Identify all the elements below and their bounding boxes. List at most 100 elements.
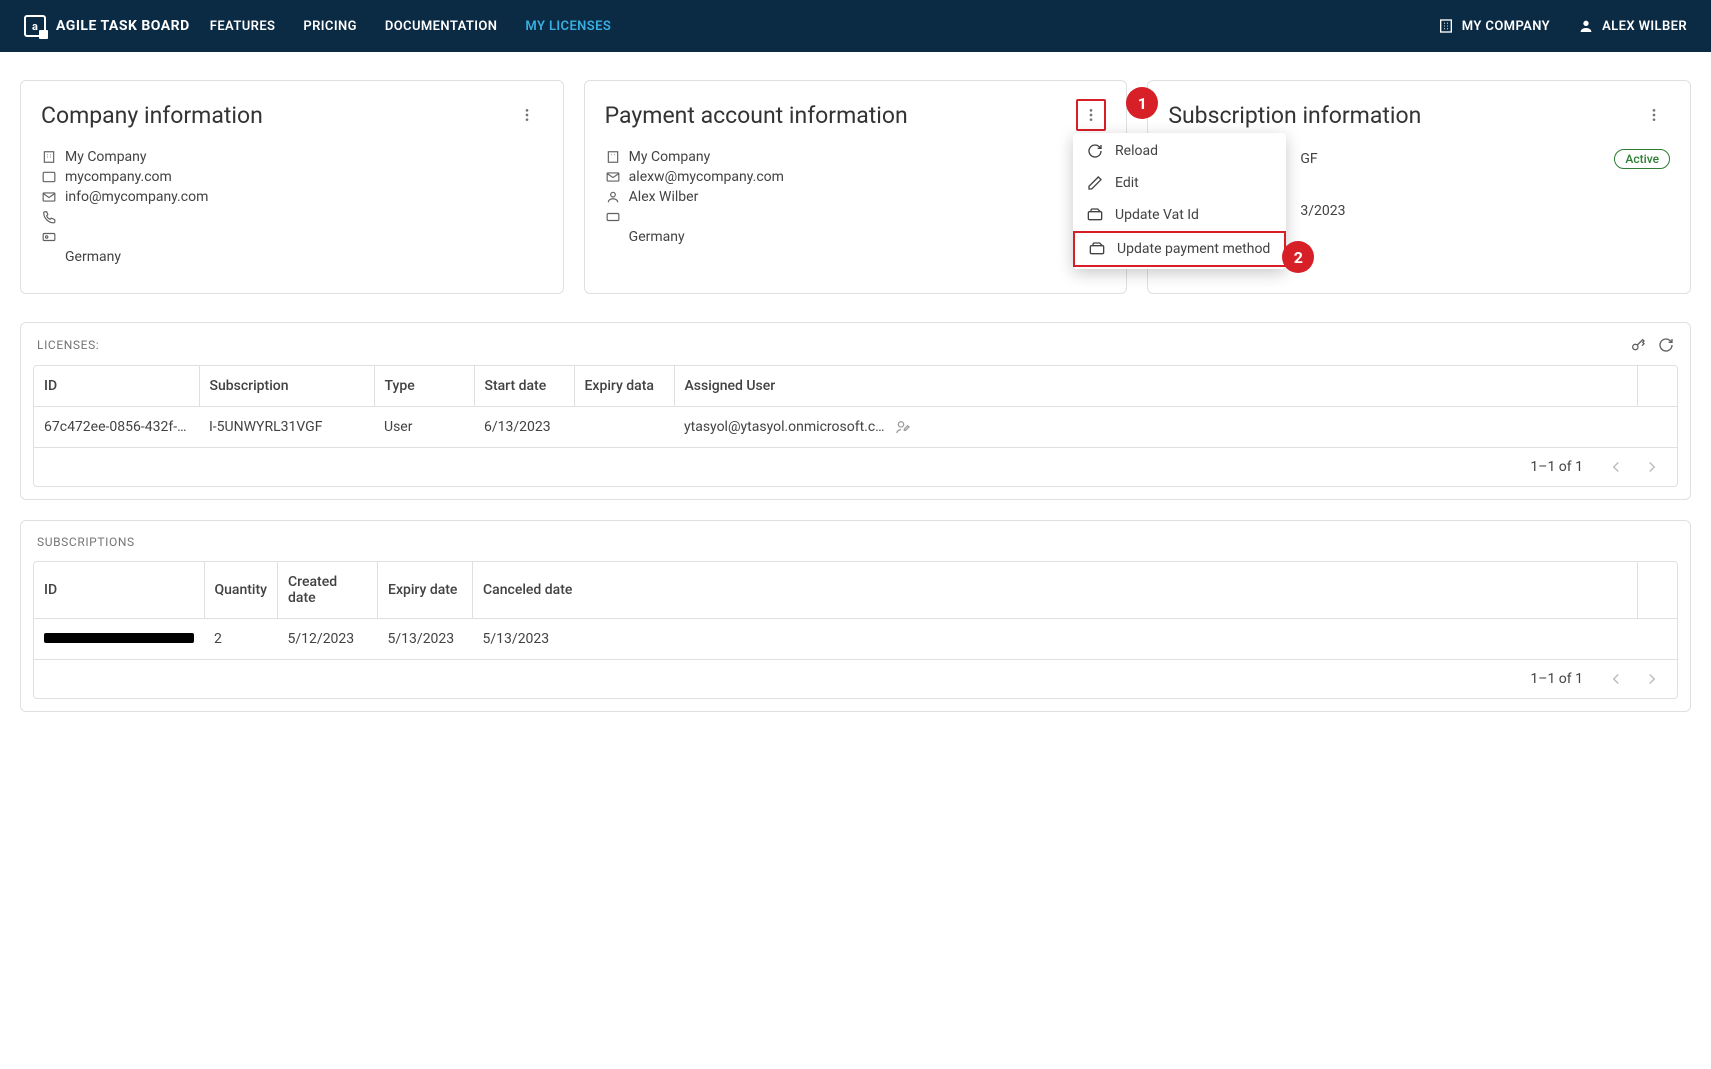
brand-text: AGILE TASK BOARD: [56, 18, 190, 34]
phone-icon: [41, 209, 57, 225]
licenses-label: LICENSES:: [37, 338, 99, 352]
cell-created: 5/12/2023: [278, 619, 378, 660]
pagination-text: 1–1 of 1: [1530, 459, 1583, 475]
cell-start: 6/13/2023: [474, 407, 574, 448]
nav-right: MY COMPANY ALEX WILBER: [1438, 18, 1687, 34]
cell-expiry: [574, 407, 674, 448]
dropdown-edit-label: Edit: [1115, 175, 1139, 191]
pagination-text: 1–1 of 1: [1530, 671, 1583, 687]
edit-icon: [1087, 175, 1103, 191]
dropdown-reload-label: Reload: [1115, 143, 1158, 159]
user-icon: [1578, 18, 1594, 34]
cell-expiry: 5/13/2023: [378, 619, 473, 660]
table-row[interactable]: 2 5/12/2023 5/13/2023 5/13/2023: [34, 619, 1677, 660]
col-canceled[interactable]: Canceled date: [473, 562, 1637, 619]
table-header-row: ID Quantity Created date Expiry date Can…: [34, 562, 1677, 619]
dropdown-reload[interactable]: Reload: [1073, 135, 1286, 167]
cell-user-text: ytasyol@ytasyol.onmicrosoft.c…: [684, 419, 885, 435]
mail-icon: [41, 189, 57, 205]
more-vertical-icon: [1083, 107, 1099, 123]
brand-logo-icon: a: [24, 15, 46, 37]
nav-link-documentation[interactable]: DOCUMENTATION: [385, 19, 498, 34]
wallet-icon: [1087, 207, 1103, 223]
top-nav: a AGILE TASK BOARD FEATURES PRICING DOCU…: [0, 0, 1711, 52]
company-domain: mycompany.com: [65, 169, 172, 185]
redacted-id: [44, 633, 194, 643]
col-start[interactable]: Start date: [474, 366, 574, 407]
dropdown-payment-label: Update payment method: [1117, 241, 1270, 257]
payment-person: Alex Wilber: [629, 189, 699, 205]
table-row[interactable]: 67c472ee-0856-432f-babc... I-5UNWYRL31VG…: [34, 407, 1677, 448]
subscriptions-section: SUBSCRIPTIONS ID Quantity Created date E…: [20, 520, 1691, 712]
col-expiry[interactable]: Expiry data: [574, 366, 674, 407]
payment-more-button[interactable]: [1076, 99, 1106, 131]
col-id[interactable]: ID: [34, 562, 204, 619]
nav-link-my-licenses[interactable]: MY LICENSES: [525, 19, 611, 34]
next-page-icon[interactable]: [1643, 458, 1661, 476]
col-actions: [1637, 562, 1677, 619]
cell-quantity: 2: [204, 619, 278, 660]
nav-link-features[interactable]: FEATURES: [210, 19, 276, 34]
col-created[interactable]: Created date: [278, 562, 378, 619]
subscriptions-label: SUBSCRIPTIONS: [37, 535, 135, 549]
dropdown-update-payment-method[interactable]: Update payment method: [1073, 231, 1286, 267]
brand[interactable]: a AGILE TASK BOARD: [24, 15, 190, 37]
subscription-more-button[interactable]: [1638, 99, 1670, 131]
company-name: My Company: [65, 149, 147, 165]
person-icon: [605, 189, 621, 205]
card-title-subscription: Subscription information: [1168, 102, 1421, 129]
building-icon: [41, 149, 57, 165]
payment-account-card: Payment account information 1 My Company…: [584, 80, 1128, 294]
card-title-company: Company information: [41, 102, 263, 129]
subscription-status-badge: Active: [1614, 149, 1670, 169]
nav-company-link[interactable]: MY COMPANY: [1438, 18, 1550, 34]
dropdown-edit[interactable]: Edit: [1073, 167, 1286, 199]
licenses-pagination: 1–1 of 1: [34, 448, 1677, 486]
next-page-icon[interactable]: [1643, 670, 1661, 688]
col-id[interactable]: ID: [34, 366, 199, 407]
id-card-icon: [605, 209, 621, 225]
col-quantity[interactable]: Quantity: [204, 562, 278, 619]
more-vertical-icon: [519, 107, 535, 123]
table-header-row: ID Subscription Type Start date Expiry d…: [34, 366, 1677, 407]
dropdown-update-vat[interactable]: Update Vat Id: [1073, 199, 1286, 231]
col-user[interactable]: Assigned User: [674, 366, 1637, 407]
globe-icon: [41, 169, 57, 185]
nav-links: FEATURES PRICING DOCUMENTATION MY LICENS…: [210, 19, 611, 34]
refresh-icon[interactable]: [1658, 337, 1674, 353]
nav-user-label: ALEX WILBER: [1602, 19, 1687, 34]
cell-canceled: 5/13/2023: [473, 619, 1637, 660]
payment-country: Germany: [629, 229, 685, 245]
nav-link-pricing[interactable]: PRICING: [303, 19, 356, 34]
card-row: Company information My Company mycompany…: [20, 80, 1691, 294]
cell-type: User: [374, 407, 474, 448]
company-info-card: Company information My Company mycompany…: [20, 80, 564, 294]
col-type[interactable]: Type: [374, 366, 474, 407]
nav-company-label: MY COMPANY: [1462, 19, 1550, 34]
payment-company: My Company: [629, 149, 711, 165]
subscriptions-pagination: 1–1 of 1: [34, 660, 1677, 698]
payment-dropdown-menu: Reload Edit Update Vat Id Update payment…: [1073, 133, 1286, 269]
company-country: Germany: [65, 249, 121, 265]
company-email: info@mycompany.com: [65, 189, 208, 205]
cell-subscription: I-5UNWYRL31VGF: [199, 407, 374, 448]
subscriptions-table: ID Quantity Created date Expiry date Can…: [34, 562, 1677, 660]
company-more-button[interactable]: [511, 99, 543, 131]
content-area: Company information My Company mycompany…: [0, 52, 1711, 760]
licenses-table: ID Subscription Type Start date Expiry d…: [34, 366, 1677, 448]
more-vertical-icon: [1646, 107, 1662, 123]
subscription-id-suffix: GF: [1300, 151, 1317, 167]
key-icon[interactable]: [1630, 337, 1646, 353]
nav-user-link[interactable]: ALEX WILBER: [1578, 18, 1687, 34]
mail-icon: [605, 169, 621, 185]
col-expiry[interactable]: Expiry date: [378, 562, 473, 619]
edit-user-icon[interactable]: [895, 419, 911, 435]
cell-id: 67c472ee-0856-432f-babc...: [34, 407, 199, 448]
building-icon: [605, 149, 621, 165]
prev-page-icon[interactable]: [1607, 458, 1625, 476]
col-subscription[interactable]: Subscription: [199, 366, 374, 407]
subscription-date-suffix: 3/2023: [1300, 203, 1345, 219]
wallet-icon: [1089, 241, 1105, 257]
card-title-payment: Payment account information: [605, 102, 908, 129]
prev-page-icon[interactable]: [1607, 670, 1625, 688]
